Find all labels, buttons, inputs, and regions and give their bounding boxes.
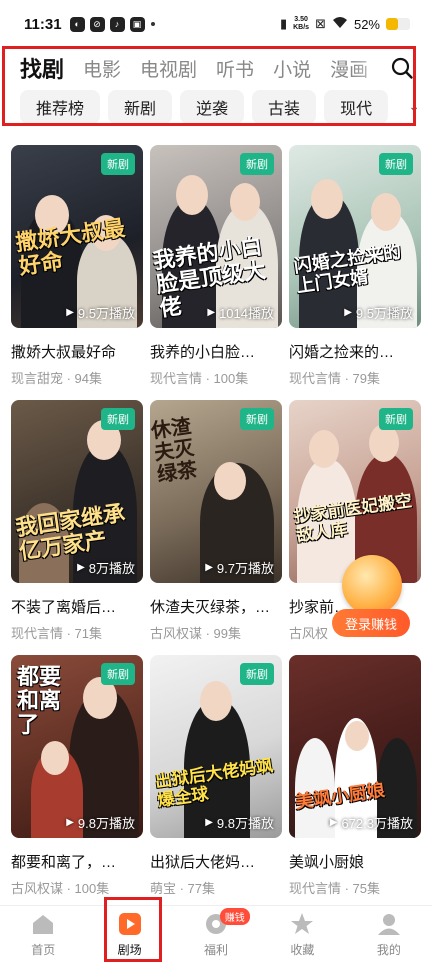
drama-grid: 撒娇大叔最好命 新剧 ▶ 9.5万播放 撒娇大叔最好命 现言甜宠 · 94集 我养… <box>11 145 421 910</box>
login-reward-widget[interactable]: 登录赚钱 <box>332 555 410 637</box>
reward-coin-icon[interactable] <box>342 555 402 615</box>
drama-card[interactable]: 休渣夫灭绿茶 新剧 ▶ 9.7万播放 休渣夫灭绿茶，… 古风权谋 · 99集 <box>150 400 282 655</box>
play-count: ▶ 672.3万播放 <box>329 816 413 831</box>
tab-movies[interactable]: 电影 <box>83 55 121 82</box>
new-drama-badge: 新剧 <box>101 663 135 685</box>
new-drama-badge: 新剧 <box>379 153 413 175</box>
play-icon: ▶ <box>329 817 338 828</box>
play-count: ▶ 9.5万播放 <box>344 306 413 321</box>
new-drama-badge: 新剧 <box>240 663 274 685</box>
vibrate-icon: ▮ <box>279 16 288 31</box>
drama-poster[interactable]: 休渣夫灭绿茶 新剧 ▶ 9.7万播放 <box>150 400 282 583</box>
drama-meta: 现代言情 · 75集 <box>289 881 381 896</box>
drama-card[interactable]: 美飒小厨娘 ▶ 672.3万播放 美飒小厨娘 现代言情 · 75集 <box>289 655 421 910</box>
new-drama-badge: 新剧 <box>379 408 413 430</box>
drama-title[interactable]: 我养的小白脸… <box>150 341 282 362</box>
play-icon: ▶ <box>66 307 74 318</box>
chevron-down-icon[interactable]: ⌄ <box>408 98 420 115</box>
chip-modern[interactable]: 现代 <box>324 90 389 124</box>
drama-poster[interactable]: 撒娇大叔最好命 新剧 ▶ 9.5万播放 <box>11 145 143 328</box>
drama-title[interactable]: 都要和离了，… <box>11 851 143 872</box>
drama-meta: 古风权谋 · 99集 <box>150 626 242 641</box>
drama-meta: 现代言情 · 71集 <box>11 626 103 641</box>
notification-app-icon: ◐ <box>69 16 85 32</box>
chip-costume[interactable]: 古装 <box>252 90 317 124</box>
battery-icon <box>386 18 410 30</box>
drama-poster[interactable]: 我回家继承亿万家产 新剧 ▶ 8万播放 <box>11 400 143 583</box>
drama-poster[interactable]: 闪婚之捡来的上门女婿 新剧 ▶ 9.5万播放 <box>289 145 421 328</box>
play-icon: ▶ <box>207 307 216 318</box>
drama-card[interactable]: 闪婚之捡来的上门女婿 新剧 ▶ 9.5万播放 闪婚之捡来的… 现代言情 · 79集 <box>289 145 421 400</box>
chip-recommend-ranking[interactable]: 推荐榜 <box>20 90 101 124</box>
chip-comeback[interactable]: 逆袭 <box>180 90 245 124</box>
new-drama-badge: 新剧 <box>240 408 274 430</box>
tab-find-drama[interactable]: 找剧 <box>20 52 64 84</box>
play-icon: ▶ <box>344 307 352 318</box>
play-count: ▶ 1014播放 <box>207 306 274 321</box>
play-count: ▶ 9.7万播放 <box>205 561 274 576</box>
nav-theater[interactable]: 剧场 <box>86 906 172 964</box>
play-count: ▶ 9.8万播放 <box>66 816 135 831</box>
bottom-nav: 首页 剧场 福利 赚钱 收藏 我的 <box>0 905 432 964</box>
drama-poster[interactable]: 我养的小白脸是顶级大佬 新剧 ▶ 1014播放 <box>150 145 282 328</box>
more-notifications-dot <box>150 22 155 26</box>
drama-theater-page: 11:31 ◐ ⊘ ♪ ▣ ▮ 3.50 KB/s ⊠ 52% 找剧 电影 电视… <box>0 0 432 964</box>
drama-meta: 萌宝 · 77集 <box>150 881 216 896</box>
notification-app-icon: ⊘ <box>89 16 105 32</box>
drama-title[interactable]: 撒娇大叔最好命 <box>11 341 143 362</box>
drama-card[interactable]: 撒娇大叔最好命 新剧 ▶ 9.5万播放 撒娇大叔最好命 现言甜宠 · 94集 <box>11 145 143 400</box>
nav-welfare[interactable]: 福利 赚钱 <box>173 906 259 964</box>
new-drama-badge: 新剧 <box>240 153 274 175</box>
drama-poster[interactable]: 都要和离了 新剧 ▶ 9.8万播放 <box>11 655 143 838</box>
status-bar: 11:31 ◐ ⊘ ♪ ▣ ▮ 3.50 KB/s ⊠ 52% <box>0 0 432 48</box>
drama-title[interactable]: 出狱后大佬妈… <box>150 851 282 872</box>
star-icon <box>291 913 314 934</box>
play-icon: ▶ <box>205 817 213 828</box>
play-count: ▶ 9.5万播放 <box>66 306 135 321</box>
drama-poster[interactable]: 出狱后大佬妈飒爆全球 新剧 ▶ 9.8万播放 <box>150 655 282 838</box>
play-icon: ▶ <box>66 817 74 828</box>
home-icon <box>33 915 54 934</box>
status-time: 11:31 <box>24 15 62 33</box>
drama-meta: 现言甜宠 · 94集 <box>11 371 103 386</box>
search-icon[interactable] <box>390 56 414 80</box>
no-sim-icon: ⊠ <box>315 16 326 31</box>
drama-title[interactable]: 休渣夫灭绿茶，… <box>150 596 282 617</box>
play-count: ▶ 8万播放 <box>77 561 135 576</box>
drama-meta: 现代言情 · 79集 <box>289 371 381 386</box>
tab-audiobooks[interactable]: 听书 <box>216 55 254 82</box>
nav-profile[interactable]: 我的 <box>346 906 432 964</box>
network-speed: 3.50 KB/s <box>293 16 310 31</box>
chip-new-drama[interactable]: 新剧 <box>108 90 173 124</box>
filter-chips: 推荐榜 新剧 逆袭 古装 现代 ⌄ <box>0 88 432 126</box>
drama-title[interactable]: 闪婚之捡来的… <box>289 341 421 362</box>
drama-poster[interactable]: 美飒小厨娘 ▶ 672.3万播放 <box>289 655 421 838</box>
login-earn-button[interactable]: 登录赚钱 <box>332 609 410 637</box>
nav-home[interactable]: 首页 <box>0 906 86 964</box>
play-icon: ▶ <box>77 562 85 573</box>
category-tabs: 找剧 电影 电视剧 听书 小说 漫画 <box>0 48 432 88</box>
play-icon: ▶ <box>205 562 213 573</box>
drama-card[interactable]: 我回家继承亿万家产 新剧 ▶ 8万播放 不装了离婚后… 现代言情 · 71集 <box>11 400 143 655</box>
drama-meta: 现代言情 · 100集 <box>150 371 249 386</box>
drama-meta: 古风权谋 · 100集 <box>11 881 110 896</box>
wifi-icon <box>332 16 348 32</box>
profile-icon <box>377 914 400 935</box>
new-drama-badge: 新剧 <box>101 408 135 430</box>
tab-novels[interactable]: 小说 <box>273 55 311 82</box>
earn-money-badge: 赚钱 <box>219 908 250 925</box>
tab-tv-series[interactable]: 电视剧 <box>140 55 197 82</box>
tiktok-icon: ♪ <box>109 16 125 32</box>
theater-play-icon <box>118 913 141 935</box>
drama-title[interactable]: 美飒小厨娘 <box>289 851 421 872</box>
drama-card[interactable]: 我养的小白脸是顶级大佬 新剧 ▶ 1014播放 我养的小白脸… 现代言情 · 10… <box>150 145 282 400</box>
play-count: ▶ 9.8万播放 <box>205 816 274 831</box>
notification-app-icon: ▣ <box>129 16 145 32</box>
drama-card[interactable]: 都要和离了 新剧 ▶ 9.8万播放 都要和离了，… 古风权谋 · 100集 <box>11 655 143 910</box>
drama-card[interactable]: 出狱后大佬妈飒爆全球 新剧 ▶ 9.8万播放 出狱后大佬妈… 萌宝 · 77集 <box>150 655 282 910</box>
nav-favorites[interactable]: 收藏 <box>259 906 345 964</box>
drama-title[interactable]: 不装了离婚后… <box>11 596 143 617</box>
new-drama-badge: 新剧 <box>101 153 135 175</box>
battery-percent: 52% <box>353 16 380 32</box>
